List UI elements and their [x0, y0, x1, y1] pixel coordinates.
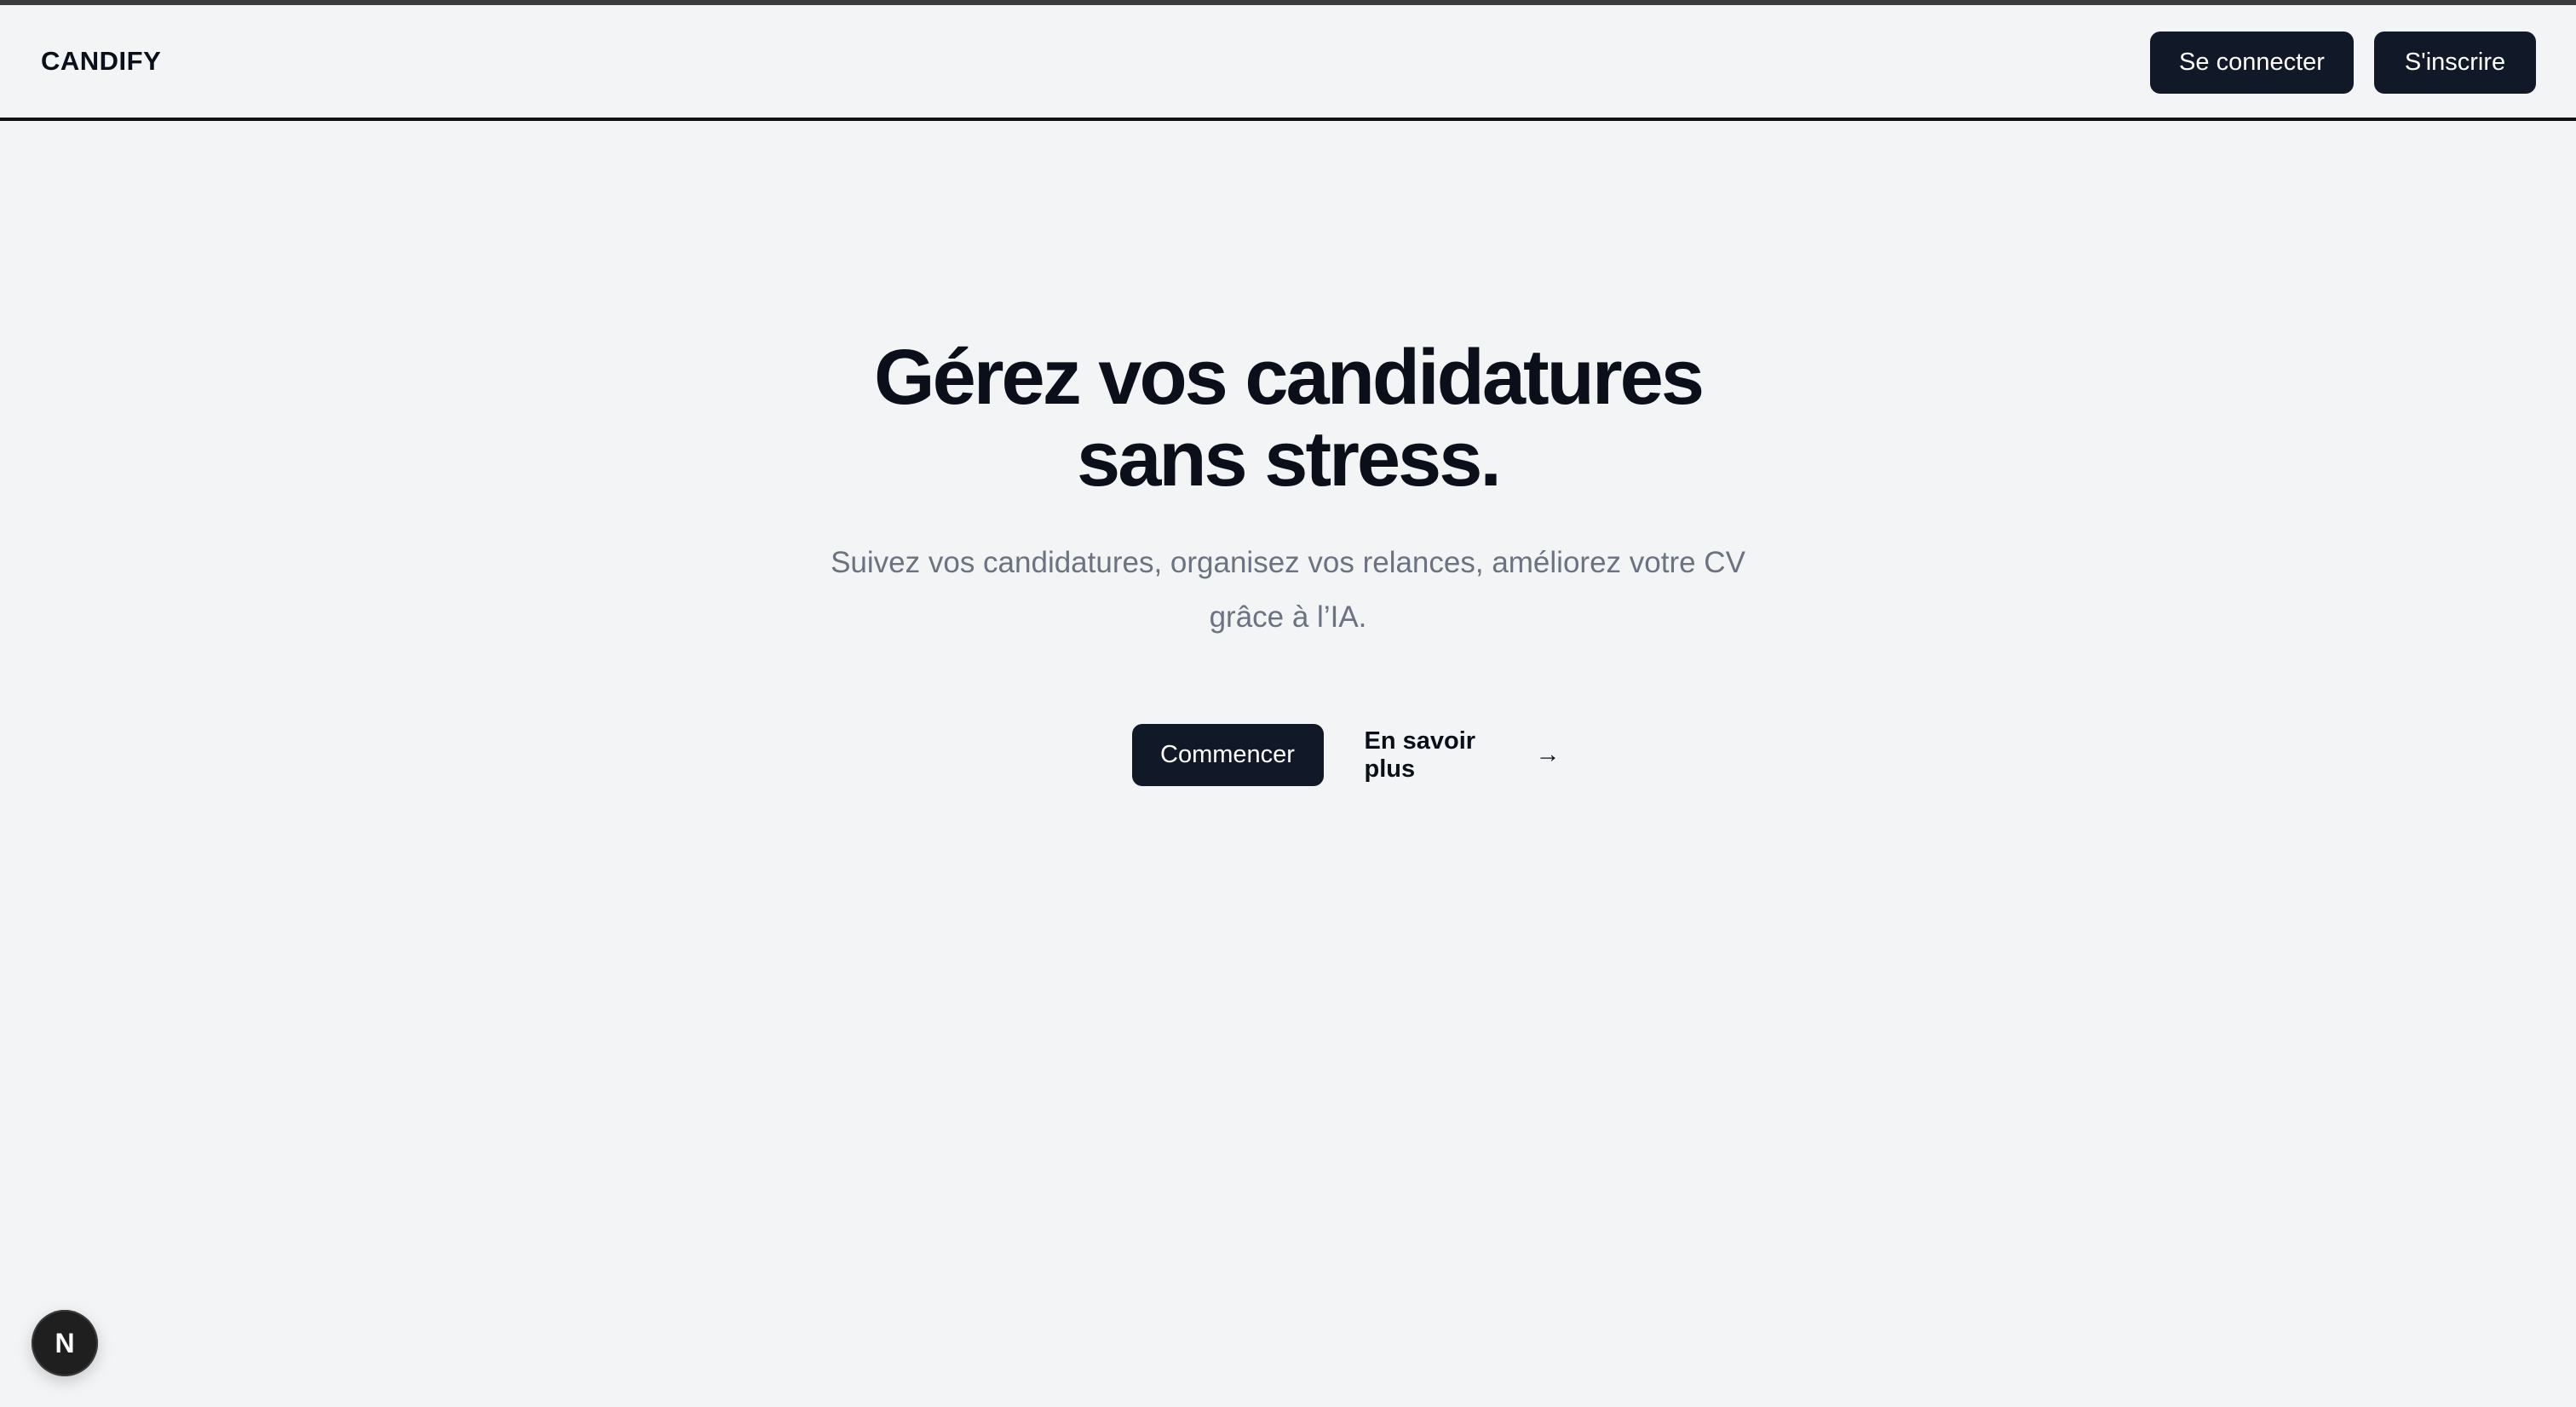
hero-subtitle-line1: Suivez vos candidatures, organisez vos r…	[831, 546, 1745, 579]
hero-subtitle-line2: grâce à l’IA.	[1209, 600, 1367, 634]
hero-subtitle: Suivez vos candidatures, organisez vos r…	[811, 536, 1765, 645]
nextjs-dev-indicator[interactable]: N	[32, 1310, 98, 1376]
login-button[interactable]: Se connecter	[2150, 32, 2354, 94]
get-started-button[interactable]: Commencer	[1131, 724, 1324, 786]
hero-title-line2: sans stress.	[1077, 416, 1502, 502]
arrow-right-icon: →	[1535, 741, 1561, 768]
hero-title: Gérez vos candidatures sans stress.	[777, 336, 1799, 500]
hero-title-line1: Gérez vos candidatures	[874, 334, 1705, 421]
nextjs-icon: N	[55, 1327, 75, 1358]
brand-logo[interactable]: CANDIFY	[41, 46, 161, 77]
hero-section: Gérez vos candidatures sans stress. Suiv…	[0, 336, 2576, 645]
learn-more-label: En savoir plus	[1364, 726, 1476, 783]
signup-button[interactable]: S'inscrire	[2374, 32, 2536, 94]
learn-more-link[interactable]: En savoir plus →	[1365, 727, 1561, 784]
site-header: CANDIFY Se connecter S'inscrire	[0, 5, 2576, 121]
cta-row: Commencer En savoir plus →	[0, 724, 2576, 786]
